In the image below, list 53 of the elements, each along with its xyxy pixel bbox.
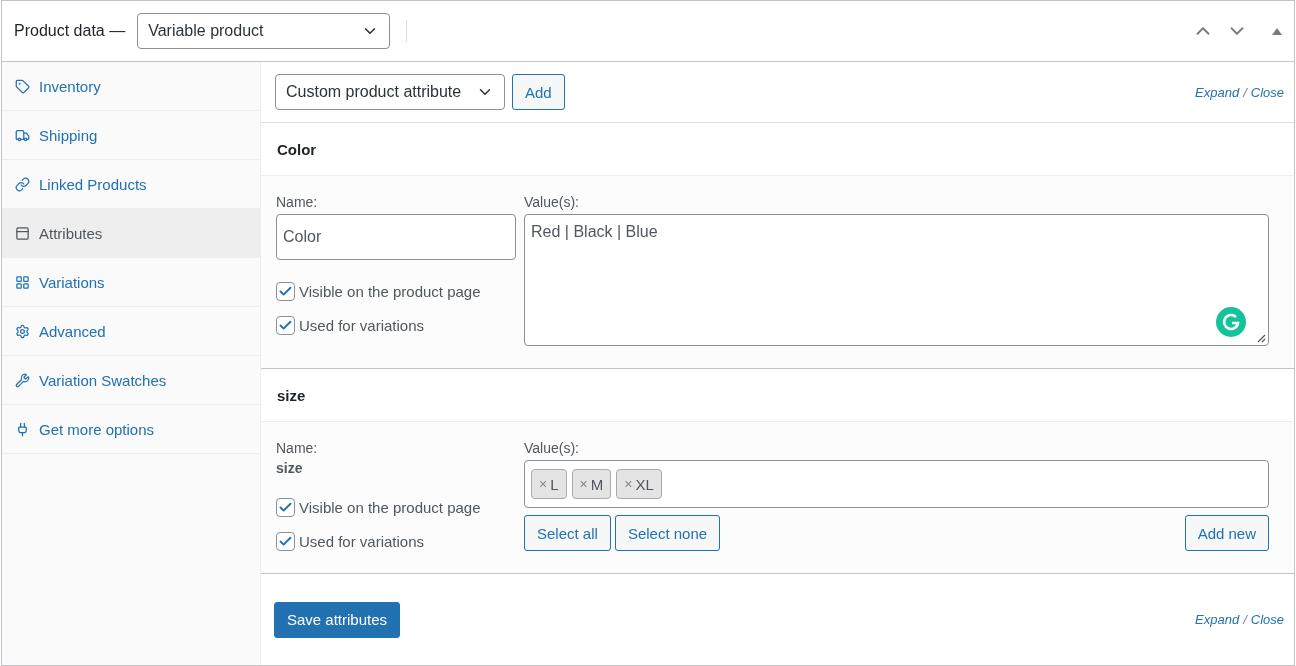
triangle-up-icon[interactable] <box>1272 27 1282 35</box>
values-textarea[interactable]: Red | Black | Blue <box>524 214 1269 346</box>
checkbox[interactable] <box>276 498 295 517</box>
panel-title: Product data — <box>14 22 126 40</box>
checkbox-label: Visible on the product page <box>299 283 481 300</box>
plug-icon <box>15 421 30 437</box>
remove-icon[interactable]: × <box>539 476 548 492</box>
add-button[interactable]: Add <box>512 74 565 110</box>
select-button[interactable]: Select none <box>614 515 721 551</box>
sidebar-tab[interactable]: Get more options <box>2 405 260 454</box>
checkbox-label: Used for variations <box>299 317 425 334</box>
checkbox-label: Visible on the product page <box>299 499 481 516</box>
sidebar-tab[interactable]: Variation Swatches <box>2 356 260 405</box>
sidebar-tab[interactable]: Inventory <box>2 62 260 111</box>
close-link[interactable]: Close <box>1250 612 1284 627</box>
value-tag[interactable]: × L <box>531 469 567 499</box>
separator: / <box>1243 84 1247 100</box>
sidebar-tab[interactable]: Variations <box>2 258 260 307</box>
checkbox[interactable] <box>276 282 295 301</box>
values-label: Value(s): <box>524 194 580 210</box>
sidebar-tab[interactable]: Attributes <box>2 209 260 258</box>
sidebar-tab[interactable]: Advanced <box>2 307 260 356</box>
expand-link[interactable]: Expand <box>1195 612 1240 627</box>
product-type-select[interactable]: Variable product <box>137 13 391 49</box>
checkbox[interactable] <box>276 532 295 551</box>
panel-icon <box>15 225 30 241</box>
expand-link[interactable]: Expand <box>1195 84 1240 100</box>
tag-icon <box>15 78 30 94</box>
value-tag[interactable]: × M <box>571 469 612 499</box>
wrench-icon <box>15 372 30 388</box>
attribute-name: size <box>276 460 304 476</box>
attribute-select[interactable]: Custom product attribute <box>275 74 505 110</box>
add-new-button[interactable]: Add new <box>1184 515 1269 551</box>
checkbox-label: Used for variations <box>299 533 425 550</box>
name-input[interactable]: Color <box>276 214 516 260</box>
link-icon <box>15 176 30 192</box>
remove-icon[interactable]: × <box>579 476 588 492</box>
separator: / <box>1243 612 1247 627</box>
name-label: Name: <box>276 440 319 456</box>
save-attributes-button[interactable]: Save attributes <box>274 601 401 638</box>
remove-icon[interactable]: × <box>624 476 633 492</box>
name-label: Name: <box>276 194 319 210</box>
checkbox[interactable] <box>276 316 295 335</box>
truck-icon <box>15 127 30 143</box>
close-link[interactable]: Close <box>1250 84 1284 100</box>
settings-icon <box>15 323 30 339</box>
select-button[interactable]: Select all <box>524 515 611 551</box>
grid-icon <box>15 274 30 290</box>
values-field[interactable]: × L × M × XL <box>524 460 1269 508</box>
sidebar-tab[interactable]: Shipping <box>2 111 260 160</box>
values-label: Value(s): <box>524 440 580 456</box>
value-tag[interactable]: × XL <box>616 469 662 499</box>
resize-handle-icon[interactable] <box>1256 333 1266 343</box>
